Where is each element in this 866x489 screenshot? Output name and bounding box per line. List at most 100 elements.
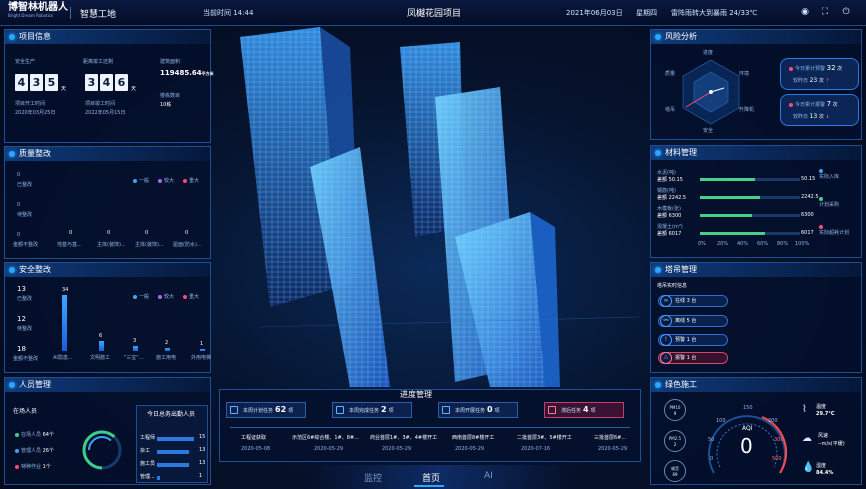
warning-card[interactable]: 今日累计预警 32 次 较昨日 23 次 ↑ [780, 58, 859, 90]
panel-title: 进度管理 [400, 390, 432, 399]
table-row-value: 1 [199, 473, 203, 479]
nav-home[interactable]: 首页 [422, 471, 440, 484]
timeline-date: 2020-05-29 [598, 446, 628, 452]
gauge-tick: 200 [768, 418, 778, 424]
build-label: 楼栋数目 [160, 93, 181, 99]
panel-title: 塔吊管理 [651, 263, 861, 277]
hum-label: 湿度 [816, 463, 827, 469]
remain-digit: 6 [115, 74, 128, 91]
timeline-task: 示范区6#综合楼、1#、8#... [292, 435, 359, 441]
building-3d-view[interactable] [200, 27, 660, 387]
material-name: 水泥(吨) [657, 170, 676, 176]
weekday: 星期四 [636, 9, 657, 17]
radar-axis: 安全 [703, 128, 714, 134]
safe-unit: 天 [61, 86, 67, 92]
link-icon: ∞ [660, 295, 672, 307]
pm25-gauge: PM2.5 2 [664, 430, 686, 452]
start-label: 项目开工时间 [15, 101, 46, 107]
header-divider [70, 7, 71, 19]
project-title[interactable]: 凤樾花园项目 [380, 6, 488, 19]
timeline-task: 西南首层8#楼开工 [452, 435, 495, 441]
current-date: 2021年06月03日 [566, 9, 623, 17]
stat-weekly-plan[interactable]: 本周计划任务 62 项 [226, 402, 306, 418]
timeline-axis [230, 427, 630, 428]
material-panel: 材料管理 水泥(吨) 差额 50.15 50.15 钢筋(吨) 差额 2242.5 224… [650, 145, 862, 258]
y-label: 待整改 [17, 212, 33, 218]
stat-delayed[interactable]: 滞后任务 4 项 [544, 402, 624, 418]
fullscreen-icon[interactable]: ⛶ [819, 6, 831, 18]
value-label: 0 [185, 230, 189, 236]
dashboard: 博智林机器人 Bright Dream Robotics 智慧工地 当前时间 14… [0, 0, 866, 489]
radar-axis: 质量 [665, 71, 676, 77]
category-label: 主体(装饰)... [97, 242, 126, 248]
personnel-panel: 人员管理 在场人员 在场人员 64个 管理人员 26个 特种作业 1个 今日总务… [4, 377, 211, 485]
remain-label: 距离竣工还剩 [83, 59, 114, 65]
material-value: 50.15 [801, 176, 816, 182]
x-tick: 80% [777, 241, 789, 247]
nav-ai[interactable]: AI [484, 471, 493, 481]
x-tick: 40% [737, 241, 749, 247]
legend-critical: 重大 [183, 177, 199, 184]
category-label: "三宝"... [124, 355, 144, 361]
nav-monitor[interactable]: 监控 [364, 471, 382, 484]
group-onsite: 在场人员 64个 [15, 431, 54, 438]
bar [200, 349, 205, 351]
bar [62, 295, 67, 351]
timeline-task: 三批首层6#... [594, 435, 627, 441]
panel-title: 风险分析 [651, 30, 861, 44]
table-title: 今日总务出勤人员 [147, 411, 196, 418]
y-tick: 0 [17, 172, 21, 178]
group-special: 特种作业 1个 [15, 463, 51, 470]
material-value: 6300 [801, 212, 814, 218]
safety-chart: 34 AI隐患... 6 文明施工 3 "三宝"... 2 施工用电 1 外用电梯 [5, 263, 212, 374]
safe-digit: 5 [45, 74, 58, 91]
x-tick: 100% [795, 241, 810, 247]
material-bar-track [700, 178, 800, 181]
x-tick: 60% [757, 241, 769, 247]
alarm-card[interactable]: 今日累计报警 7 次 较昨日 13 次 ↓ [780, 94, 859, 126]
panel-title: 人员管理 [5, 378, 210, 392]
radar-axis: 塔吊 [665, 107, 676, 113]
settings-icon[interactable]: ◉ [799, 6, 811, 18]
weather: 雷阵雨转大到暴雨 24/33℃ [671, 9, 758, 17]
stat-weekly-start[interactable]: 本周开展任务 0 项 [438, 402, 518, 418]
power-icon[interactable]: ⏻ [840, 6, 852, 18]
radar-axis: 升降机 [739, 107, 755, 113]
material-value: 2242.5 [801, 194, 819, 200]
timeline-date: 2020-05-29 [314, 446, 344, 452]
value-label: 0 [145, 230, 149, 236]
material-bar-track [700, 196, 800, 199]
quality-panel: 质量整改 一般 较大 重大 0 已整改 0 待整改 0 金额不整改 0 0 0 … [4, 146, 211, 259]
value-label: 0 [69, 230, 73, 236]
legend-over: 实际超耗计划 [819, 224, 849, 236]
gauge-tick: 0 [710, 456, 714, 462]
current-time: 当前时间 14:44 [203, 9, 254, 17]
table-row-value: 13 [199, 460, 206, 466]
area-label: 建筑面积 [160, 59, 181, 65]
panel-title: 绿色施工 [651, 378, 861, 392]
warning-icon: ! [660, 334, 672, 346]
table-row-name: 管理... [140, 474, 155, 480]
value-label: 0 [107, 230, 111, 236]
timeline-task: 工程证获取 [241, 435, 267, 441]
group-manager: 管理人员 26个 [15, 447, 54, 454]
stat-weekly-done[interactable]: 本周完成任务 2 项 [332, 402, 412, 418]
bar [165, 347, 170, 351]
nav-active-indicator [414, 485, 444, 487]
remain-digit: 4 [100, 74, 113, 91]
area-value: 119485.64平方米 [160, 69, 214, 77]
end-label: 项目竣工时间 [85, 101, 116, 107]
y-tick: 0 [17, 232, 21, 238]
gauge-tick: 150 [743, 405, 753, 411]
aqi-label: AQI [742, 425, 753, 432]
bar-value: 3 [133, 338, 137, 345]
timeline-date: 2020-05-29 [382, 446, 412, 452]
bar-value: 34 [62, 287, 69, 293]
timeline-task: 二批首层3#、5#楼开工 [517, 435, 572, 441]
wind-label: 风速 [818, 433, 829, 439]
material-value: 6017 [801, 230, 814, 236]
aqi-value: 0 [740, 434, 753, 458]
material-name: 混凝土(m³) [657, 224, 683, 230]
x-tick: 0% [698, 241, 706, 247]
humidity-icon: 💧 [802, 462, 815, 473]
